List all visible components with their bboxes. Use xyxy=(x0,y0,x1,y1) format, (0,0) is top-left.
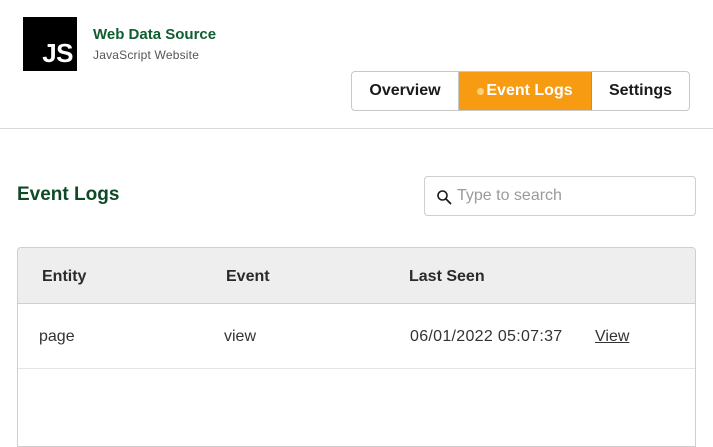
cell-event: view xyxy=(224,328,257,345)
column-header-event[interactable]: Event xyxy=(226,268,270,286)
table-row: page view 06/01/2022 05:07:37 View xyxy=(18,304,695,369)
search-box[interactable] xyxy=(424,176,696,216)
active-dot-icon xyxy=(477,87,485,95)
section-title: Event Logs xyxy=(17,184,120,205)
tab-settings-label: Settings xyxy=(608,82,673,99)
cell-entity: page xyxy=(39,328,75,345)
table-header: Entity Event Last Seen xyxy=(18,248,695,304)
search-icon xyxy=(437,190,452,205)
source-subtitle: JavaScript Website xyxy=(93,48,200,62)
tab-bar: Overview Event Logs Settings xyxy=(351,71,690,111)
event-logs-table: Entity Event Last Seen page view 06/01/2… xyxy=(17,247,696,447)
search-input[interactable] xyxy=(457,178,687,214)
tab-settings[interactable]: Settings xyxy=(592,72,689,110)
tab-event-logs-label: Event Logs xyxy=(486,82,573,99)
tab-overview[interactable]: Overview xyxy=(352,72,459,110)
page-header: JS Web Data Source JavaScript Website Ov… xyxy=(0,0,713,129)
view-link-label[interactable]: View xyxy=(595,328,629,345)
tab-event-logs[interactable]: Event Logs xyxy=(459,72,592,110)
view-link[interactable]: View xyxy=(595,328,629,346)
javascript-logo-icon: JS xyxy=(23,17,77,71)
tab-overview-label: Overview xyxy=(369,82,441,99)
column-header-last-seen[interactable]: Last Seen xyxy=(409,268,485,286)
column-header-entity[interactable]: Entity xyxy=(42,268,86,286)
source-title: Web Data Source xyxy=(93,26,217,43)
cell-last-seen: 06/01/2022 05:07:37 xyxy=(410,328,563,345)
logo-text: JS xyxy=(42,38,73,68)
